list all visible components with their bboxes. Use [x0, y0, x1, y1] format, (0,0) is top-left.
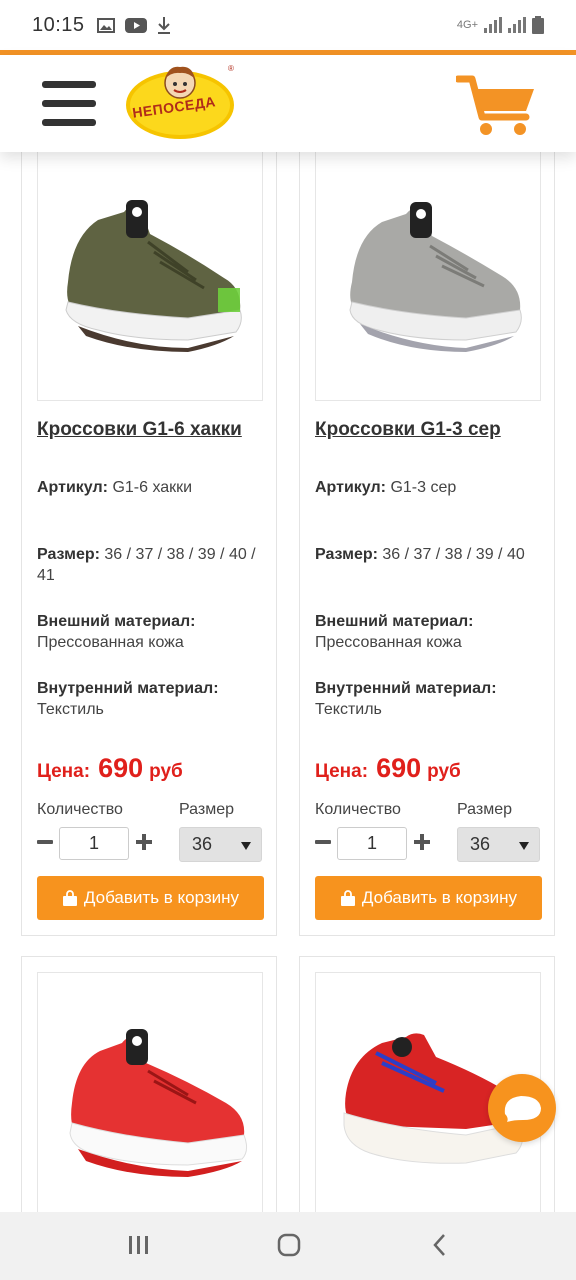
product-inner-material: Внутренний материал: Текстиль	[315, 680, 497, 718]
download-icon	[157, 16, 170, 34]
shopping-bag-icon	[340, 890, 355, 906]
product-outer-material: Внешний материал: Прессованная кожа	[315, 613, 474, 651]
product-card: Кроссовки G1-6 хакки Артикул: G1-6 хакки…	[21, 140, 277, 936]
add-to-cart-label: Добавить в корзину	[361, 888, 518, 907]
network-type: 4G+	[456, 19, 478, 31]
product-image[interactable]	[37, 141, 263, 401]
sneaker-image	[65, 200, 242, 352]
size-select-label: Размер	[179, 801, 234, 818]
site-header: ® НЕПОСЕДА	[0, 55, 576, 152]
home-icon[interactable]	[277, 1233, 301, 1257]
product-sizes: Размер: 36 / 37 / 38 / 39 / 40	[315, 546, 525, 563]
signal-icon	[484, 17, 502, 33]
signal-icon-2	[508, 17, 526, 33]
add-to-cart-button[interactable]: Добавить в корзину	[37, 876, 264, 920]
product-image[interactable]	[37, 972, 263, 1222]
chevron-down-icon	[241, 842, 251, 850]
size-select[interactable]: 36	[179, 827, 262, 862]
status-bar: 10:15 4G+	[0, 0, 576, 50]
chat-button[interactable]	[488, 1074, 556, 1142]
quantity-input[interactable]: 1	[337, 827, 407, 860]
chat-bubble-icon	[504, 1096, 541, 1122]
product-price: Цена: 690 руб	[315, 753, 461, 783]
quantity-minus-button[interactable]	[310, 829, 336, 855]
quantity-input[interactable]: 1	[59, 827, 129, 860]
product-image[interactable]	[315, 141, 541, 401]
svg-text:®: ®	[228, 64, 234, 73]
product-price: Цена: 690 руб	[37, 753, 183, 783]
product-card	[21, 956, 277, 1236]
shopping-bag-icon	[62, 890, 77, 906]
chevron-down-icon	[519, 842, 529, 850]
product-card: Кроссовки G1-3 сер Артикул: G1-3 сер Раз…	[299, 140, 555, 936]
add-to-cart-label: Добавить в корзину	[83, 888, 240, 907]
size-select[interactable]: 36	[457, 827, 540, 862]
minus-icon	[37, 840, 53, 844]
youtube-icon	[124, 17, 147, 33]
product-article: Артикул: G1-6 хакки	[37, 479, 193, 496]
back-icon[interactable]	[432, 1233, 448, 1257]
quantity-label: Количество	[315, 801, 401, 818]
sneaker-image	[69, 1029, 248, 1177]
recent-apps-icon[interactable]	[128, 1234, 150, 1256]
system-nav-bar	[0, 1212, 576, 1280]
hamburger-icon[interactable]	[42, 81, 96, 127]
minus-icon	[315, 840, 331, 844]
quantity-plus-button[interactable]	[131, 829, 157, 855]
gallery-icon	[96, 17, 115, 33]
product-outer-material: Внешний материал: Прессованная кожа	[37, 613, 196, 651]
product-inner-material: Внутренний материал: Текстиль	[37, 680, 219, 718]
add-to-cart-button[interactable]: Добавить в корзину	[315, 876, 542, 920]
sneaker-image	[349, 202, 522, 352]
product-title[interactable]: Кроссовки G1-6 хакки	[37, 419, 242, 441]
status-time: 10:15	[32, 13, 85, 36]
quantity-plus-button[interactable]	[409, 829, 435, 855]
shopping-cart-icon[interactable]	[456, 71, 536, 137]
product-sizes: Размер: 36 / 37 / 38 / 39 / 40 / 41	[37, 546, 256, 584]
size-select-label: Размер	[457, 801, 512, 818]
logo[interactable]: ® НЕПОСЕДА	[124, 61, 236, 141]
product-article: Артикул: G1-3 сер	[315, 479, 457, 496]
quantity-minus-button[interactable]	[32, 829, 58, 855]
quantity-label: Количество	[37, 801, 123, 818]
product-title[interactable]: Кроссовки G1-3 сер	[315, 419, 501, 441]
battery-icon	[532, 16, 544, 34]
